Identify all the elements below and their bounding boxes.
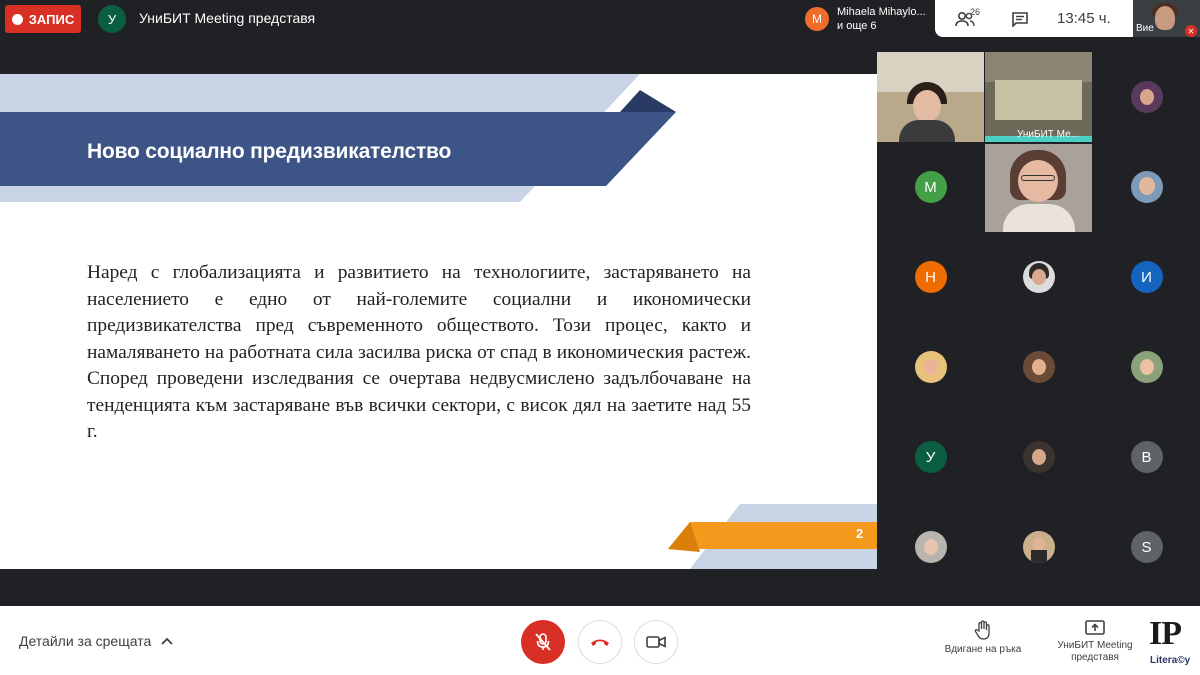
participant-photo [1130,171,1163,203]
self-label: Вие [1136,23,1154,34]
chevron-up-icon [161,637,173,645]
participant-photo [914,351,947,383]
people-count: 26 [970,7,981,17]
logo-sub-text: Litera©y [1150,655,1191,666]
participant-avatar-u: У [914,441,947,473]
self-mic-off-icon: ✕ [1185,25,1197,37]
logo-ip-text: IP [1149,615,1182,652]
participant-photo [1130,81,1163,113]
mic-off-icon [535,633,551,651]
participant-tile[interactable] [985,232,1092,322]
leave-call-button[interactable] [578,620,622,664]
slide-page-number: 2 [856,526,864,541]
recording-badge[interactable]: ЗАПИС [5,5,81,33]
participant-photo [1130,351,1163,383]
speaker-avatar: M [805,6,829,31]
presenting-label-line2: представя [1071,652,1119,663]
recording-label: ЗАПИС [28,11,75,27]
participant-photo [914,531,947,563]
microphone-toggle-button[interactable] [521,620,565,664]
participant-tile[interactable] [1093,52,1200,142]
self-view[interactable]: Вие ✕ [1133,0,1200,37]
camera-toggle-button[interactable] [634,620,678,664]
participant-photo [1022,531,1055,563]
speaker-others: и още 6 [837,19,877,32]
participant-tile[interactable]: У [877,412,984,502]
participant-tile[interactable] [877,502,984,592]
raise-hand-label: Вдигане на ръка [944,644,1022,655]
participant-avatar-v: В [1130,441,1163,473]
participant-photo [1022,261,1055,293]
participant-tile[interactable] [1093,322,1200,412]
active-speakers-chip[interactable]: M Mihaela Mihaylo... и още 6 [800,0,935,37]
presenting-label: УниБИТ Meeting представя [1057,640,1132,664]
raise-hand-button[interactable]: Вдигане на ръка [940,620,1026,656]
presenting-label-line1: УниБИТ Meeting [1057,640,1133,651]
meeting-details-button[interactable]: Детайли за срещата [19,633,173,649]
speaker-text: Mihaela Mihaylo... и още 6 [837,5,926,33]
presenter-title: УниБИТ Meeting представя [139,10,316,26]
chat-icon [1012,11,1028,27]
participant-avatar-n: Н [914,261,947,293]
participant-tile[interactable]: S [1093,502,1200,592]
participant-video-room[interactable]: УниБИТ Ме... [985,52,1092,142]
video-camera-icon [646,636,666,648]
presentation-slide: Ново социално предизвикателство Наред с … [0,74,877,569]
hang-up-icon [591,639,609,646]
participant-tile[interactable] [985,322,1092,412]
slide-title: Ново социално предизвикателство [87,140,452,163]
participant-tile[interactable] [985,412,1092,502]
participant-tile[interactable] [985,502,1092,592]
participant-avatar-i: И [1130,261,1163,293]
room-camera-label: УниБИТ Ме... [1017,129,1079,140]
self-video-face [1155,6,1175,30]
participant-video-woman[interactable] [877,52,984,142]
bottom-toolbar: Детайли за срещата Вдигане на ръка УниБИ… [0,606,1200,675]
participant-video-speaker[interactable] [985,144,1092,232]
participant-tile[interactable]: В [1093,412,1200,502]
participant-tile[interactable] [877,322,984,412]
meeting-details-label: Детайли за срещата [19,633,152,649]
participant-avatar-s: S [1130,531,1163,563]
participant-photo [1022,351,1055,383]
chat-button[interactable] [995,0,1045,37]
participants-grid: УниБИТ Ме... М Н И У В S [877,52,1200,592]
ip-literacy-logo: IP Litera©y [1145,614,1197,668]
participant-avatar-m: М [914,171,947,203]
present-screen-icon [1085,620,1105,635]
people-button[interactable]: 26 [935,0,995,37]
slide-body: Наред с глобализацията и развитието на т… [87,262,751,442]
presenting-button[interactable]: УниБИТ Meeting представя [1050,620,1140,664]
meet-window: ЗАПИС У УниБИТ Meeting представя M Mihae… [0,0,1200,675]
presenter-avatar: У [98,5,126,33]
participant-tile[interactable] [1093,142,1200,232]
speaker-name: Mihaela Mihaylo... [837,5,926,18]
clock: 13:45 ч. [1057,10,1111,27]
participant-tile[interactable]: М [877,142,984,232]
hand-icon [974,620,990,640]
top-right-panel: 26 13:45 ч. [935,0,1133,37]
participant-tile[interactable]: И [1093,232,1200,322]
participant-photo [1022,441,1055,473]
participant-tile[interactable]: Н [877,232,984,322]
recording-dot-icon [11,13,23,25]
